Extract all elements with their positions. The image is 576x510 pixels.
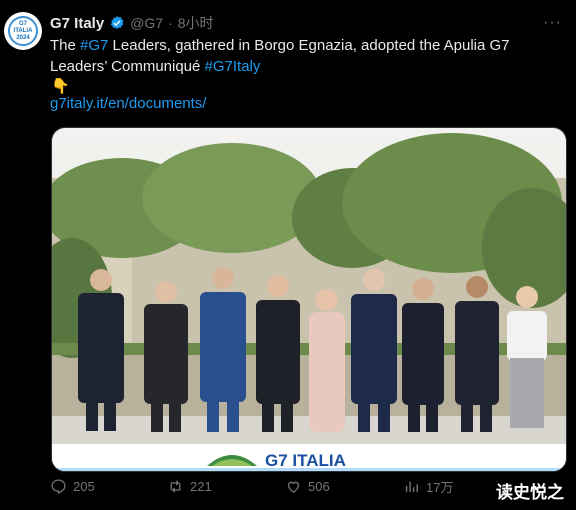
views-count: 17万: [426, 479, 454, 495]
more-options-icon[interactable]: ···: [543, 14, 562, 32]
hashtag-g7italy[interactable]: #G7Italy: [205, 58, 261, 75]
avatar-logo: G7 ITALIA 2024: [8, 16, 38, 46]
timestamp[interactable]: 8小时: [178, 13, 214, 33]
group-photo-illustration: G7 ITALIA: [52, 128, 566, 471]
views-chart-icon: [405, 481, 418, 492]
author-handle[interactable]: @G7: [130, 15, 163, 31]
tweet-text-body: Leaders, gathered in Borgo Egnazia, adop…: [50, 37, 510, 75]
heart-icon: [287, 481, 300, 493]
verified-badge-icon: [110, 16, 124, 29]
views-button[interactable]: 17万: [403, 477, 453, 496]
pointing-down-emoji: 👇: [51, 78, 70, 95]
tweet-header: G7 Italy @G7 · 8小时: [50, 13, 214, 33]
watermark-text: 读史悦之: [496, 483, 564, 502]
hashtag-g7[interactable]: #G7: [80, 37, 108, 54]
reply-icon: [51, 478, 66, 494]
tweet-link[interactable]: g7italy.it/en/documents/: [50, 95, 206, 112]
like-count: 506: [308, 478, 330, 494]
author-name[interactable]: G7 Italy: [50, 15, 104, 32]
tweet-text: The #G7 Leaders, gathered in Borgo Egnaz…: [50, 35, 555, 77]
separator: ·: [168, 15, 173, 31]
retweet-button[interactable]: 221: [167, 478, 212, 495]
reply-button[interactable]: 205: [50, 478, 95, 495]
tweet-text-prefix: The: [50, 37, 81, 54]
retweet-count: 221: [190, 478, 212, 494]
banner-text: G7 ITALIA: [265, 451, 346, 470]
tweet-photo[interactable]: G7 ITALIA: [51, 127, 567, 472]
reply-count: 205: [73, 478, 95, 494]
avatar[interactable]: G7 ITALIA 2024: [4, 12, 42, 50]
like-button[interactable]: 506: [285, 478, 330, 495]
retweet-icon: [170, 479, 181, 493]
